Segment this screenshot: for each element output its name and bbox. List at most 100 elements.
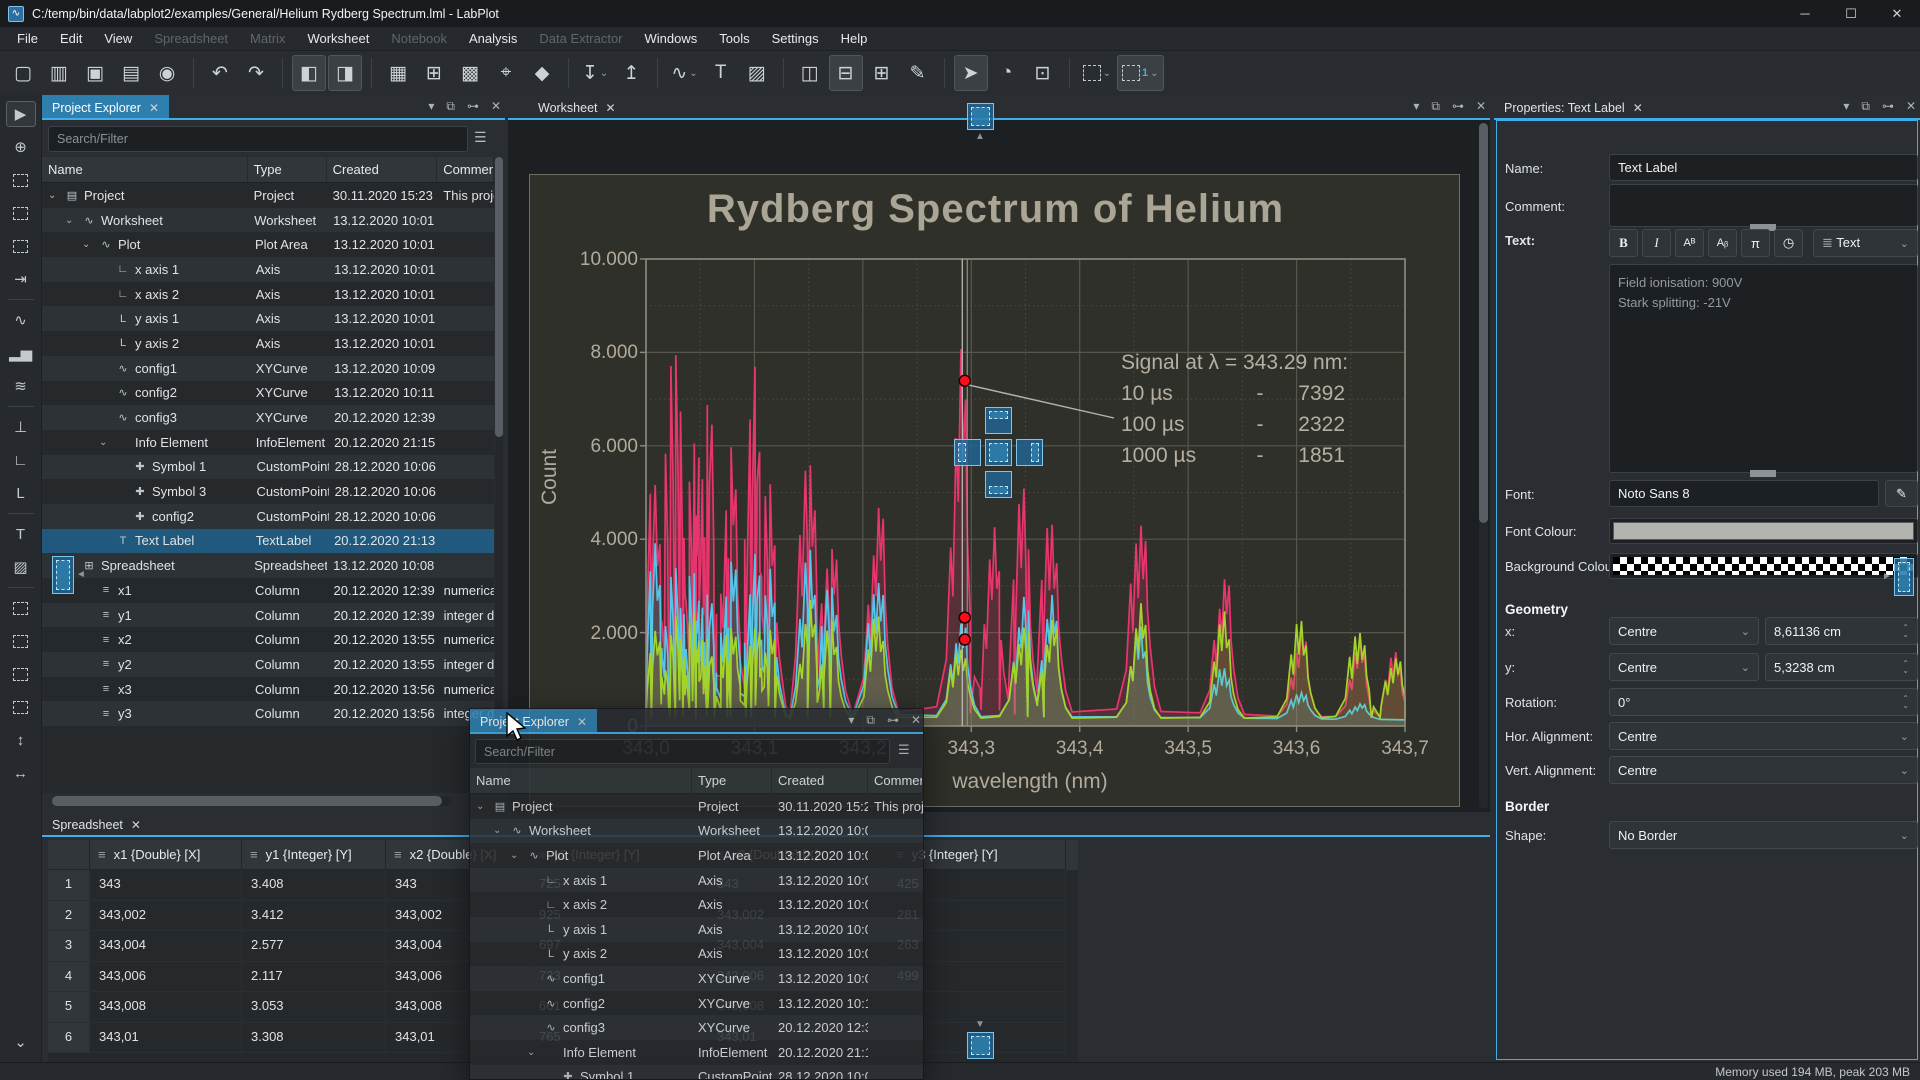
tree-row-x-axis-1[interactable]: ∟x axis 1Axis13.12.2020 10:01 <box>470 868 924 893</box>
symbols-button[interactable]: π <box>1741 229 1770 257</box>
expander-icon[interactable]: ⌄ <box>527 1047 539 1058</box>
column-header-type[interactable]: Type <box>692 768 772 793</box>
expander-icon[interactable]: ⌄ <box>476 801 488 812</box>
insert-column-left-tool[interactable] <box>6 661 36 687</box>
tree-row-y-axis-2[interactable]: Ly axis 2Axis13.12.2020 10:01 <box>470 942 924 967</box>
close-icon[interactable]: ✕ <box>1906 99 1916 114</box>
y-position-spinbox[interactable]: 5,3238 cm⌃⌄ <box>1765 653 1918 681</box>
dropdown-arrow-icon[interactable]: ⌄ <box>689 68 697 79</box>
maximize-button[interactable]: ☐ <box>1828 0 1874 27</box>
menu-analysis[interactable]: Analysis <box>458 28 528 49</box>
expander-icon[interactable]: ⌄ <box>99 437 111 448</box>
new-matrix-button[interactable]: ▩ <box>453 55 487 91</box>
column-header-created[interactable]: Created <box>772 768 868 793</box>
grid-layout-button[interactable]: ⊞ <box>865 55 899 91</box>
text-mode-dropdown[interactable]: ≣ Text⌄ <box>1813 229 1918 257</box>
new-project-button[interactable]: ▢ <box>6 55 40 91</box>
redo-button[interactable]: ↷ <box>239 55 273 91</box>
tree-row-plot[interactable]: ⌄∿PlotPlot Area13.12.2020 10:01 <box>42 232 494 257</box>
filter-options-icon[interactable]: ☰ <box>474 129 487 146</box>
column-header-name[interactable]: Name <box>42 157 248 182</box>
toolbar-overflow-button[interactable]: ⌄ <box>6 1029 36 1055</box>
sheet-column-header[interactable]: ≡y1 {Integer} [Y] <box>242 840 386 870</box>
dropdown-arrow-icon[interactable]: ⌄ <box>1150 68 1158 79</box>
dropdown-arrow-icon[interactable]: ⌄ <box>1103 68 1111 79</box>
tree-row-y-axis-1[interactable]: Ly axis 1Axis13.12.2020 10:01 <box>42 306 494 331</box>
menu-worksheet[interactable]: Worksheet <box>296 28 380 49</box>
menu-file[interactable]: File <box>6 28 49 49</box>
font-field[interactable]: Noto Sans 8 <box>1609 480 1879 507</box>
horizontal-layout-button[interactable]: ⊟ <box>829 55 863 91</box>
float-icon[interactable]: ⧉ <box>866 713 875 728</box>
expander-icon[interactable]: ⌄ <box>82 239 94 250</box>
tree-row-worksheet[interactable]: ⌄∿WorksheetWorksheet13.12.2020 10:01 <box>470 819 924 844</box>
x-anchor-dropdown[interactable]: Centre⌄ <box>1609 617 1759 645</box>
add-histogram-tool[interactable]: ▂▅ <box>6 340 36 366</box>
add-equation-curve-tool[interactable]: ≋ <box>6 373 36 399</box>
tree-row-x-axis-2[interactable]: ∟x axis 2Axis13.12.2020 10:01 <box>470 892 924 917</box>
tree-row-worksheet[interactable]: ⌄∿WorksheetWorksheet13.12.2020 10:01 <box>42 208 494 233</box>
new-spreadsheet-button[interactable]: ⊞ <box>417 55 451 91</box>
bold-button[interactable]: B <box>1609 229 1638 257</box>
zoom-select-mode-button[interactable]: ⊡ <box>1026 55 1060 91</box>
rotation-spinbox[interactable]: 0°⌃⌄ <box>1609 688 1918 716</box>
comment-field[interactable] <box>1609 184 1918 227</box>
edit-layout-button[interactable]: ✎ <box>901 55 935 91</box>
tree-row-info-element[interactable]: ⌄Info ElementInfoElement20.12.2020 21:15 <box>470 1040 924 1065</box>
add-v-axis-tool[interactable]: L <box>6 480 36 506</box>
tree-row-x-axis-2[interactable]: ∟x axis 2Axis13.12.2020 10:01 <box>42 282 494 307</box>
y-anchor-dropdown[interactable]: Centre⌄ <box>1609 653 1759 681</box>
expand-horizontal-tool[interactable]: ↔ <box>6 760 36 786</box>
select-tool[interactable]: ▶ <box>6 101 36 127</box>
open-project-button[interactable]: ▥ <box>42 55 76 91</box>
column-header-type[interactable]: Type <box>248 157 327 182</box>
v-scrollbar[interactable] <box>495 157 503 793</box>
tab-project-explorer-floating[interactable]: Project Explorer ✕ <box>470 709 597 734</box>
tree-row-config2[interactable]: ∿config2XYCurve13.12.2020 10:11 <box>42 381 494 406</box>
tree-row-config3[interactable]: ∿config3XYCurve20.12.2020 12:39 <box>470 1015 924 1040</box>
tree-row-text-label[interactable]: TText LabelTextLabel20.12.2020 21:13 <box>42 529 494 554</box>
y-axis-title[interactable]: Count <box>538 449 562 505</box>
new-worksheet-button[interactable]: ▦ <box>381 55 415 91</box>
magnification-button[interactable]: 1⌄ <box>1117 55 1164 91</box>
tree-row-symbol-1[interactable]: ✚Symbol 1CustomPoint28.12.2020 10:06 <box>42 455 494 480</box>
pin-icon[interactable]: ⊶ <box>1452 99 1464 114</box>
tree-row-config1[interactable]: ∿config1XYCurve13.12.2020 10:09 <box>470 966 924 991</box>
cursor-shift-tool[interactable]: ⇥ <box>6 266 36 292</box>
column-header-name[interactable]: Name <box>470 768 692 793</box>
tab-project-explorer[interactable]: Project Explorer ✕ <box>42 95 169 120</box>
pin-icon[interactable]: ⊶ <box>1882 99 1894 114</box>
menu-edit[interactable]: Edit <box>49 28 93 49</box>
tree-row-spreadsheet[interactable]: ⌄⊞SpreadsheetSpreadsheet13.12.2020 10:08 <box>42 553 494 578</box>
add-image-tool[interactable]: ▨ <box>6 554 36 580</box>
close-icon[interactable]: ✕ <box>577 715 587 729</box>
search-input-floating[interactable]: Search/Filter <box>475 739 890 764</box>
navigate-mode-button[interactable]: ◔ <box>990 55 1024 91</box>
dock-menu-icon[interactable]: ▾ <box>1843 99 1849 114</box>
close-icon[interactable]: ✕ <box>131 818 141 832</box>
column-header-commen[interactable]: Commen <box>868 768 923 793</box>
tree-row-y3[interactable]: ≡y3Column20.12.2020 13:56integer da <box>42 701 494 726</box>
worksheet-v-scrollbar[interactable] <box>1479 123 1488 809</box>
dock-menu-icon[interactable]: ▾ <box>1413 99 1419 114</box>
x-position-spinbox[interactable]: 8,61136 cm⌃⌄ <box>1765 617 1918 645</box>
tree-row-config2[interactable]: ✚config2CustomPoint28.12.2020 10:06 <box>42 504 494 529</box>
column-header-commen[interactable]: Commen <box>437 157 494 182</box>
font-edit-button[interactable]: ✎ <box>1885 480 1918 507</box>
close-button[interactable]: ✕ <box>1874 0 1920 27</box>
add-xy-curve-tool[interactable]: ∿ <box>6 307 36 333</box>
print-preview-button[interactable]: ◉ <box>150 55 184 91</box>
shape-dropdown[interactable]: No Border⌄ <box>1609 821 1918 849</box>
zoom-select-tool[interactable] <box>6 167 36 193</box>
close-icon[interactable]: ✕ <box>1633 101 1643 115</box>
add-text-label-tool[interactable]: T <box>6 521 36 547</box>
info-element-text[interactable]: Signal at λ = 343.29 nm: 10 µs-7392100 µ… <box>1121 347 1348 471</box>
zoom-x-tool[interactable] <box>6 200 36 226</box>
datetime-button[interactable]: ◷ <box>1774 229 1803 257</box>
add-h-axis-tool[interactable]: ∟ <box>6 447 36 473</box>
dock-menu-icon[interactable]: ▾ <box>848 713 854 728</box>
close-icon[interactable]: ✕ <box>1476 99 1486 114</box>
tree-row-plot[interactable]: ⌄∿PlotPlot Area13.12.2020 10:01 <box>470 843 924 868</box>
close-icon[interactable]: ✕ <box>149 101 159 115</box>
tree-row-config2[interactable]: ∿config2XYCurve13.12.2020 10:11 <box>470 991 924 1016</box>
